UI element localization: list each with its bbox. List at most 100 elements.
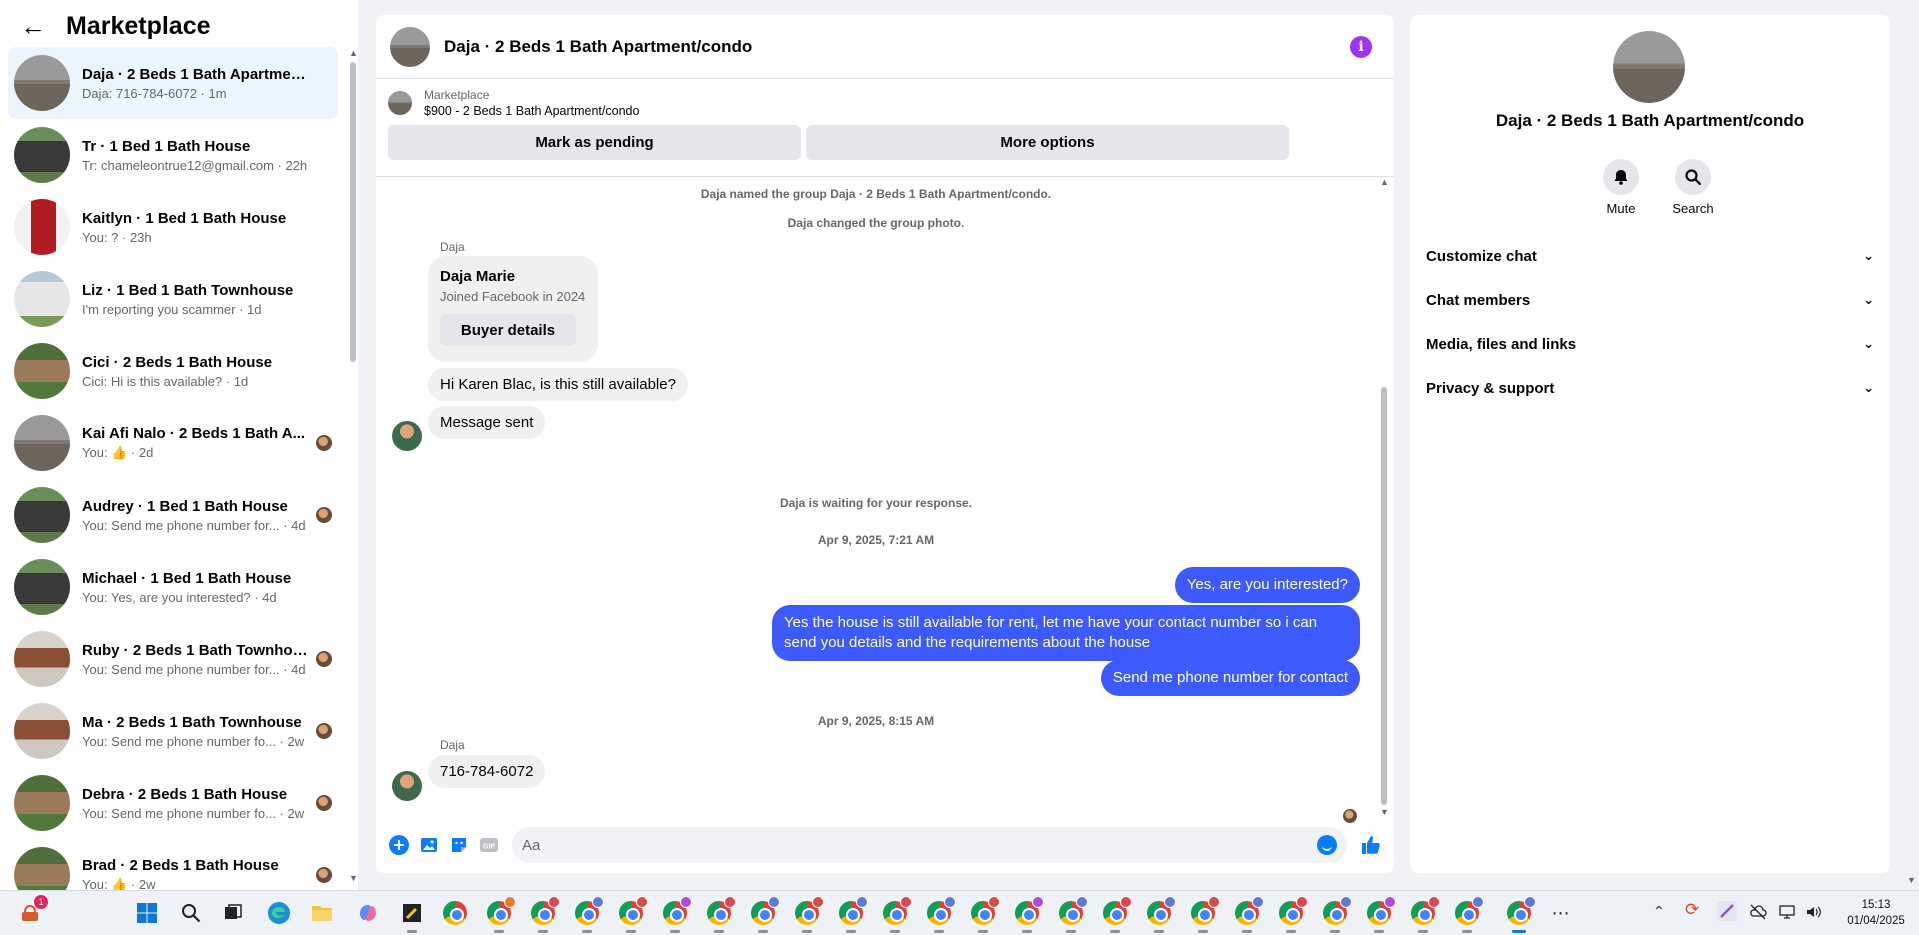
chrome-window-icon[interactable] <box>1233 896 1264 933</box>
chrome-window-icon[interactable] <box>1277 896 1308 933</box>
chrome-window-icon[interactable] <box>837 896 868 933</box>
bell-icon[interactable] <box>1603 159 1639 195</box>
chat-scrollbar[interactable]: ▲ ▼ <box>1379 177 1389 817</box>
buyer-details-button[interactable]: Buyer details <box>440 314 576 346</box>
media-files-links-section[interactable]: Media, files and links ⌄ <box>1418 324 1882 364</box>
conversation-item[interactable]: Daja · 2 Beds 1 Bath Apartment/... Daja: … <box>8 47 338 119</box>
conversation-thumbnail <box>14 199 70 255</box>
more-options-button[interactable]: More options <box>806 125 1289 160</box>
incoming-message[interactable]: Message sent <box>428 406 546 439</box>
conversation-item[interactable]: Michael · 1 Bed 1 Bath House You: Yes, ar… <box>8 551 338 623</box>
task-view-icon[interactable] <box>219 899 247 927</box>
conversation-item[interactable]: Kai Afi Nalo · 2 Beds 1 Bath A... You: 👍 … <box>8 407 338 479</box>
scrollbar-thumb[interactable] <box>350 62 356 362</box>
scroll-up-icon[interactable]: ▲ <box>349 48 358 58</box>
windows-start-icon[interactable] <box>133 899 161 927</box>
message-input[interactable]: Aa <box>512 827 1347 863</box>
customize-chat-section[interactable]: Customize chat ⌄ <box>1418 236 1882 276</box>
chat-members-section[interactable]: Chat members ⌄ <box>1418 280 1882 320</box>
chrome-icon[interactable] <box>441 899 469 927</box>
chrome-window-icon[interactable] <box>1189 896 1220 933</box>
chrome-window-icon[interactable] <box>793 896 824 933</box>
pen-icon[interactable] <box>1716 900 1738 925</box>
system-clock[interactable]: 15:13 01/04/2025 <box>1843 897 1909 929</box>
chrome-window-icon[interactable] <box>529 896 560 933</box>
chrome-window-icon[interactable] <box>1453 896 1484 933</box>
scroll-down-icon[interactable]: ▼ <box>349 873 358 883</box>
photo-icon[interactable] <box>417 833 441 857</box>
copilot-icon[interactable] <box>354 899 382 927</box>
conversation-item[interactable]: Kaitlyn · 1 Bed 1 Bath House You: ? · 23h <box>8 191 338 263</box>
chrome-window-icon[interactable] <box>925 896 956 933</box>
conversation-item[interactable]: Tr · 1 Bed 1 Bath House Tr: chameleontrue… <box>8 119 338 191</box>
scrollbar-thumb[interactable] <box>1381 387 1387 805</box>
info-icon[interactable]: i <box>1350 35 1372 58</box>
chrome-window-icon[interactable] <box>749 896 780 933</box>
mute-label: Mute <box>1606 201 1636 216</box>
chrome-window-icon[interactable] <box>1101 896 1132 933</box>
chrome-window-icon[interactable] <box>1409 896 1440 933</box>
privacy-support-section[interactable]: Privacy & support ⌄ <box>1418 368 1882 408</box>
conversation-item[interactable]: Audrey · 1 Bed 1 Bath House You: Send me … <box>8 479 338 551</box>
chat-avatar[interactable] <box>390 26 430 67</box>
sticker-icon[interactable] <box>447 833 471 857</box>
mark-pending-button[interactable]: Mark as pending <box>388 125 801 160</box>
chrome-window-icon[interactable] <box>705 896 736 933</box>
group-photo[interactable] <box>1613 31 1685 103</box>
search-action[interactable]: Search <box>1663 159 1723 216</box>
chrome-window-icon[interactable] <box>661 896 692 933</box>
chrome-window-icon[interactable] <box>1145 896 1176 933</box>
search-icon[interactable] <box>177 899 205 927</box>
chrome-window-icon[interactable] <box>573 896 604 933</box>
sticky-notes-icon[interactable] <box>398 899 426 933</box>
profile-badge <box>1428 896 1440 908</box>
chrome-window-icon[interactable] <box>617 896 648 933</box>
chrome-logo <box>795 896 824 925</box>
chrome-active-window-icon[interactable] <box>1505 896 1536 933</box>
file-explorer-icon[interactable] <box>308 899 336 927</box>
plus-icon[interactable] <box>387 833 411 857</box>
outgoing-message[interactable]: Send me phone number for contact <box>1100 660 1360 696</box>
chrome-window-icon[interactable] <box>1013 896 1044 933</box>
scroll-down-icon[interactable]: ▼ <box>1380 807 1389 817</box>
incoming-message[interactable]: Hi Karen Blac, is this still available? <box>428 368 688 401</box>
conversation-item[interactable]: Ma · 2 Beds 1 Bath Townhouse You: Send me… <box>8 695 338 767</box>
like-icon[interactable] <box>1359 833 1383 857</box>
scroll-up-icon[interactable]: ▲ <box>1380 177 1389 187</box>
outgoing-message[interactable]: Yes the house is still available for ren… <box>772 605 1360 661</box>
gif-icon[interactable]: GIF <box>477 833 501 857</box>
emoji-icon[interactable] <box>1317 835 1337 855</box>
cloud-offline-icon[interactable] <box>1749 903 1767 924</box>
incoming-message[interactable]: 716-784-6072 <box>428 755 546 788</box>
chrome-window-icon[interactable] <box>969 896 1000 933</box>
more-apps-icon[interactable]: ⋯ <box>1547 899 1575 927</box>
active-indicator <box>670 930 680 933</box>
chrome-window-icon[interactable] <box>1365 896 1396 933</box>
conversation-item[interactable]: Cici · 2 Beds 1 Bath House Cici: Hi is th… <box>8 335 338 407</box>
chrome-window-icon[interactable] <box>1321 896 1352 933</box>
chevron-up-icon[interactable]: ⌃ <box>1653 903 1665 920</box>
mute-action[interactable]: Mute <box>1591 159 1651 216</box>
listing-thumbnail[interactable] <box>388 91 412 115</box>
sidebar-scrollbar[interactable]: ▲ ▼ <box>348 48 358 883</box>
conversation-item[interactable]: Brad · 2 Beds 1 Bath House You: 👍 · 2w <box>8 839 338 890</box>
chat-title[interactable]: Daja · 2 Beds 1 Bath Apartment/condo <box>444 37 1350 57</box>
chrome-window-icon[interactable] <box>1057 896 1088 933</box>
search-icon[interactable] <box>1675 159 1711 195</box>
outgoing-message[interactable]: Yes, are you interested? <box>1174 567 1360 603</box>
network-icon[interactable] <box>1778 903 1796 924</box>
edge-icon[interactable] <box>265 899 293 927</box>
listing-title[interactable]: $900 - 2 Beds 1 Bath Apartment/condo <box>424 104 639 118</box>
conversation-item[interactable]: Ruby · 2 Beds 1 Bath Townhou... You: Send… <box>8 623 338 695</box>
back-arrow-icon[interactable]: ← <box>20 13 46 39</box>
sender-avatar[interactable] <box>392 421 422 451</box>
chrome-window-icon[interactable] <box>485 896 516 933</box>
chrome-window-icon[interactable] <box>881 896 912 933</box>
sender-avatar[interactable] <box>392 771 422 801</box>
notification-app-icon[interactable]: 1 <box>16 895 48 927</box>
sync-icon[interactable]: ⟳ <box>1685 900 1699 920</box>
conversation-item[interactable]: Liz · 1 Bed 1 Bath Townhouse I'm reportin… <box>8 263 338 335</box>
volume-icon[interactable] <box>1805 903 1823 924</box>
scroll-down-icon[interactable]: ▼ <box>1907 875 1916 885</box>
conversation-item[interactable]: Debra · 2 Beds 1 Bath House You: Send me … <box>8 767 338 839</box>
